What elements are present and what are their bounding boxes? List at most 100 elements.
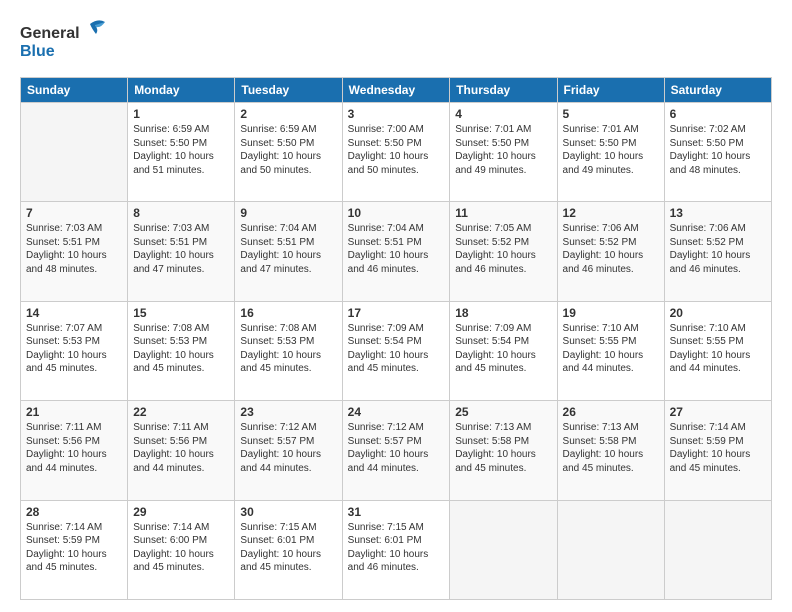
calendar-cell: 12Sunrise: 7:06 AM Sunset: 5:52 PM Dayli… <box>557 202 664 301</box>
day-number: 28 <box>26 505 122 519</box>
day-header-thursday: Thursday <box>450 78 557 103</box>
day-info: Sunrise: 7:11 AM Sunset: 5:56 PM Dayligh… <box>133 421 229 475</box>
calendar-cell: 13Sunrise: 7:06 AM Sunset: 5:52 PM Dayli… <box>664 202 771 301</box>
calendar-cell: 3 Sunrise: 7:00 AM Sunset: 5:50 PM Daylig… <box>342 103 450 202</box>
day-number: 20 <box>670 306 766 320</box>
calendar-cell: 2Sunrise: 6:59 AM Sunset: 5:50 PM Daylig… <box>235 103 342 202</box>
calendar-cell: 19Sunrise: 7:10 AM Sunset: 5:55 PM Dayli… <box>557 301 664 400</box>
day-header-monday: Monday <box>128 78 235 103</box>
calendar-week-1: 1 Sunrise: 6:59 AM Sunset: 5:50 PM Daylig… <box>21 103 772 202</box>
day-header-saturday: Saturday <box>664 78 771 103</box>
calendar-cell <box>557 500 664 599</box>
day-number: 3 <box>348 107 445 121</box>
calendar-header-row: SundayMondayTuesdayWednesdayThursdayFrid… <box>21 78 772 103</box>
calendar-week-3: 14Sunrise: 7:07 AM Sunset: 5:53 PM Dayli… <box>21 301 772 400</box>
calendar-cell: 11 Sunrise: 7:05 AM Sunset: 5:52 PM Dayli… <box>450 202 557 301</box>
calendar-cell: 24 Sunrise: 7:12 AM Sunset: 5:57 PM Dayli… <box>342 401 450 500</box>
day-number: 9 <box>240 206 336 220</box>
day-info: Sunrise: 7:01 AM Sunset: 5:50 PM Dayligh… <box>563 123 659 177</box>
calendar-cell: 9 Sunrise: 7:04 AM Sunset: 5:51 PM Daylig… <box>235 202 342 301</box>
day-info: Sunrise: 7:15 AM Sunset: 6:01 PM Dayligh… <box>240 521 336 575</box>
calendar-week-4: 21 Sunrise: 7:11 AM Sunset: 5:56 PM Dayli… <box>21 401 772 500</box>
day-number: 21 <box>26 405 122 419</box>
calendar-cell: 27 Sunrise: 7:14 AM Sunset: 5:59 PM Dayli… <box>664 401 771 500</box>
day-info: Sunrise: 7:12 AM Sunset: 5:57 PM Dayligh… <box>240 421 336 475</box>
calendar-cell: 20 Sunrise: 7:10 AM Sunset: 5:55 PM Dayli… <box>664 301 771 400</box>
calendar-cell <box>664 500 771 599</box>
day-number: 5 <box>563 107 659 121</box>
calendar-week-5: 28 Sunrise: 7:14 AM Sunset: 5:59 PM Dayli… <box>21 500 772 599</box>
calendar-week-2: 7Sunrise: 7:03 AM Sunset: 5:51 PM Daylig… <box>21 202 772 301</box>
calendar-page: General Blue SundayMondayTuesdayWednesda… <box>0 0 792 612</box>
calendar-cell <box>450 500 557 599</box>
calendar-cell: 28 Sunrise: 7:14 AM Sunset: 5:59 PM Dayli… <box>21 500 128 599</box>
day-info: Sunrise: 7:02 AM Sunset: 5:50 PM Dayligh… <box>670 123 766 177</box>
day-number: 27 <box>670 405 766 419</box>
day-header-tuesday: Tuesday <box>235 78 342 103</box>
calendar-cell: 30 Sunrise: 7:15 AM Sunset: 6:01 PM Dayli… <box>235 500 342 599</box>
day-info: Sunrise: 7:06 AM Sunset: 5:52 PM Dayligh… <box>670 222 766 276</box>
logo-icon: General Blue <box>20 16 110 64</box>
day-number: 26 <box>563 405 659 419</box>
day-number: 29 <box>133 505 229 519</box>
day-info: Sunrise: 7:14 AM Sunset: 5:59 PM Dayligh… <box>26 521 122 575</box>
day-info: Sunrise: 7:03 AM Sunset: 5:51 PM Dayligh… <box>26 222 122 276</box>
day-number: 15 <box>133 306 229 320</box>
day-info: Sunrise: 7:03 AM Sunset: 5:51 PM Dayligh… <box>133 222 229 276</box>
calendar-cell: 17Sunrise: 7:09 AM Sunset: 5:54 PM Dayli… <box>342 301 450 400</box>
day-header-wednesday: Wednesday <box>342 78 450 103</box>
day-info: Sunrise: 7:08 AM Sunset: 5:53 PM Dayligh… <box>240 322 336 376</box>
svg-text:General: General <box>20 25 80 42</box>
day-info: Sunrise: 7:06 AM Sunset: 5:52 PM Dayligh… <box>563 222 659 276</box>
logo: General Blue <box>20 16 110 69</box>
calendar-cell: 14Sunrise: 7:07 AM Sunset: 5:53 PM Dayli… <box>21 301 128 400</box>
day-number: 22 <box>133 405 229 419</box>
day-info: Sunrise: 7:11 AM Sunset: 5:56 PM Dayligh… <box>26 421 122 475</box>
day-info: Sunrise: 7:09 AM Sunset: 5:54 PM Dayligh… <box>348 322 445 376</box>
day-info: Sunrise: 7:14 AM Sunset: 6:00 PM Dayligh… <box>133 521 229 575</box>
day-number: 8 <box>133 206 229 220</box>
day-number: 14 <box>26 306 122 320</box>
day-info: Sunrise: 7:09 AM Sunset: 5:54 PM Dayligh… <box>455 322 551 376</box>
day-number: 16 <box>240 306 336 320</box>
calendar-cell: 16 Sunrise: 7:08 AM Sunset: 5:53 PM Dayli… <box>235 301 342 400</box>
day-info: Sunrise: 7:01 AM Sunset: 5:50 PM Dayligh… <box>455 123 551 177</box>
header: General Blue <box>20 16 772 69</box>
day-info: Sunrise: 7:14 AM Sunset: 5:59 PM Dayligh… <box>670 421 766 475</box>
day-info: Sunrise: 7:04 AM Sunset: 5:51 PM Dayligh… <box>348 222 445 276</box>
day-number: 18 <box>455 306 551 320</box>
day-info: Sunrise: 7:10 AM Sunset: 5:55 PM Dayligh… <box>563 322 659 376</box>
calendar-cell: 18 Sunrise: 7:09 AM Sunset: 5:54 PM Dayli… <box>450 301 557 400</box>
day-number: 25 <box>455 405 551 419</box>
calendar-cell: 10 Sunrise: 7:04 AM Sunset: 5:51 PM Dayli… <box>342 202 450 301</box>
day-info: Sunrise: 7:10 AM Sunset: 5:55 PM Dayligh… <box>670 322 766 376</box>
day-info: Sunrise: 7:00 AM Sunset: 5:50 PM Dayligh… <box>348 123 445 177</box>
day-info: Sunrise: 7:13 AM Sunset: 5:58 PM Dayligh… <box>455 421 551 475</box>
day-number: 30 <box>240 505 336 519</box>
day-number: 24 <box>348 405 445 419</box>
day-info: Sunrise: 6:59 AM Sunset: 5:50 PM Dayligh… <box>240 123 336 177</box>
calendar-cell: 29 Sunrise: 7:14 AM Sunset: 6:00 PM Dayli… <box>128 500 235 599</box>
day-number: 10 <box>348 206 445 220</box>
calendar-cell: 23 Sunrise: 7:12 AM Sunset: 5:57 PM Dayli… <box>235 401 342 500</box>
day-info: Sunrise: 7:15 AM Sunset: 6:01 PM Dayligh… <box>348 521 445 575</box>
calendar-cell: 7Sunrise: 7:03 AM Sunset: 5:51 PM Daylig… <box>21 202 128 301</box>
svg-text:Blue: Blue <box>20 43 55 60</box>
day-info: Sunrise: 6:59 AM Sunset: 5:50 PM Dayligh… <box>133 123 229 177</box>
calendar-cell: 22 Sunrise: 7:11 AM Sunset: 5:56 PM Dayli… <box>128 401 235 500</box>
day-number: 6 <box>670 107 766 121</box>
day-info: Sunrise: 7:12 AM Sunset: 5:57 PM Dayligh… <box>348 421 445 475</box>
day-number: 31 <box>348 505 445 519</box>
day-header-sunday: Sunday <box>21 78 128 103</box>
calendar-cell: 5 Sunrise: 7:01 AM Sunset: 5:50 PM Daylig… <box>557 103 664 202</box>
day-number: 11 <box>455 206 551 220</box>
calendar-cell: 15 Sunrise: 7:08 AM Sunset: 5:53 PM Dayli… <box>128 301 235 400</box>
day-info: Sunrise: 7:04 AM Sunset: 5:51 PM Dayligh… <box>240 222 336 276</box>
calendar-cell <box>21 103 128 202</box>
day-info: Sunrise: 7:05 AM Sunset: 5:52 PM Dayligh… <box>455 222 551 276</box>
day-number: 23 <box>240 405 336 419</box>
calendar-cell: 8 Sunrise: 7:03 AM Sunset: 5:51 PM Daylig… <box>128 202 235 301</box>
day-info: Sunrise: 7:08 AM Sunset: 5:53 PM Dayligh… <box>133 322 229 376</box>
calendar-cell: 6 Sunrise: 7:02 AM Sunset: 5:50 PM Daylig… <box>664 103 771 202</box>
day-number: 1 <box>133 107 229 121</box>
